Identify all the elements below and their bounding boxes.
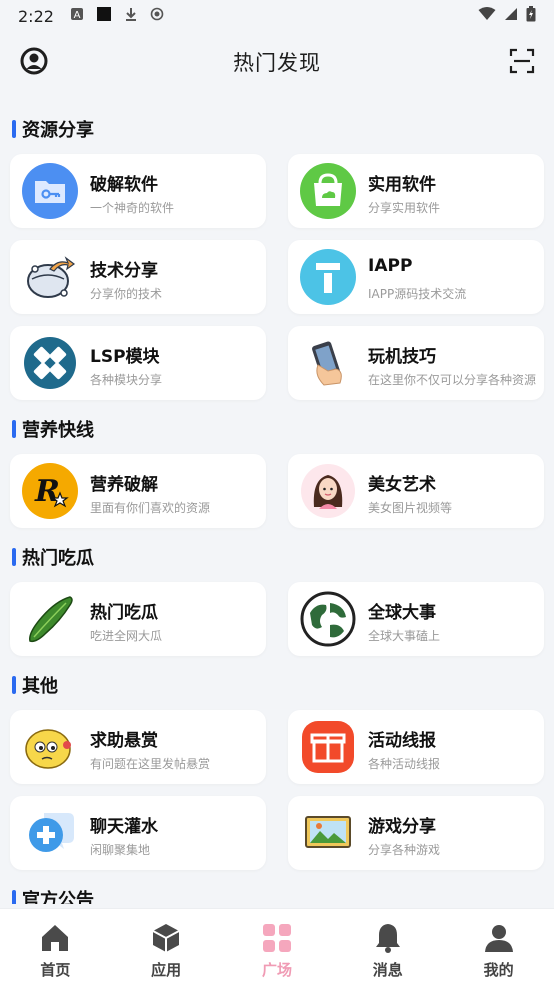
cube-icon: [152, 924, 180, 952]
nav-messages[interactable]: 消息: [338, 909, 438, 984]
battery-icon: [526, 6, 536, 26]
nav-mine[interactable]: 我的: [449, 909, 549, 984]
card-title: 美女艺术: [368, 475, 436, 495]
emoji-face-icon: [25, 729, 71, 769]
user-circle-icon: [20, 47, 48, 75]
card-title: 求助悬赏: [90, 731, 158, 751]
card-title: 营养破解: [90, 475, 158, 495]
card-tech-share[interactable]: 技术分享 分享你的技术: [10, 240, 266, 314]
card-description: 各种模块分享: [90, 373, 163, 387]
globe-share-icon: [27, 256, 76, 298]
game-picture-icon: [305, 816, 351, 848]
card-description: 分享你的技术: [90, 287, 163, 301]
record-icon: [150, 7, 164, 25]
card-description: 各种活动线报: [368, 757, 441, 771]
card-game-share[interactable]: 游戏分享 分享各种游戏: [288, 796, 544, 870]
grid-icon: [262, 924, 291, 952]
card-chat[interactable]: 聊天灌水 闲聊聚集地: [10, 796, 266, 870]
phone-hand-icon: [312, 341, 342, 386]
card-beauty-art[interactable]: 美女艺术 美女图片视频等: [288, 454, 544, 528]
card-description: 分享实用软件: [368, 201, 441, 215]
card-phone-tips[interactable]: 玩机技巧 在这里你不仅可以分享各种资源: [288, 326, 544, 400]
nav-label: 首页: [40, 961, 71, 979]
card-activity-news[interactable]: 活动线报 各种活动线报: [288, 710, 544, 784]
section-title-nutrition: 营养快线: [12, 418, 94, 441]
app-header: 热门发现: [0, 36, 554, 88]
card-title: 玩机技巧: [368, 347, 436, 367]
section-title-announcements: 官方公告: [12, 888, 94, 904]
card-title: 聊天灌水: [90, 817, 158, 837]
chat-plus-icon: [29, 813, 74, 852]
card-description: 吃进全网大瓜: [90, 629, 163, 643]
page-title: 热门发现: [233, 51, 321, 75]
section-title-gossip: 热门吃瓜: [12, 546, 94, 569]
card-iapp[interactable]: IAPP IAPP源码技术交流: [288, 240, 544, 314]
card-title: 游戏分享: [368, 817, 436, 837]
signal-icon: [504, 7, 518, 25]
card-title: 活动线报: [368, 731, 436, 751]
card-description: 在这里你不仅可以分享各种资源: [368, 373, 537, 387]
nav-label: 应用: [151, 961, 182, 979]
section-title-other: 其他: [12, 674, 58, 697]
profile-button[interactable]: [20, 47, 48, 75]
card-description: 闲聊聚集地: [90, 843, 151, 857]
card-title: 全球大事: [368, 603, 436, 623]
card-title: 破解软件: [90, 175, 158, 195]
app-notification-icon: [96, 6, 112, 26]
person-icon: [484, 925, 513, 952]
rockstar-icon: R: [22, 463, 78, 519]
scan-button[interactable]: [508, 47, 536, 75]
home-icon: [42, 925, 69, 951]
card-world-events[interactable]: 全球大事 全球大事磕上: [288, 582, 544, 656]
card-nutrition-crack[interactable]: R 营养破解 里面有你们喜欢的资源: [10, 454, 266, 528]
download-icon: [124, 7, 138, 25]
card-title: IAPP: [368, 256, 413, 276]
status-time: 2:22: [18, 6, 54, 26]
svg-text:A: A: [74, 10, 81, 21]
card-description: 分享各种游戏: [368, 843, 441, 857]
card-description: 里面有你们喜欢的资源: [90, 501, 211, 515]
card-title: LSP模块: [90, 347, 160, 367]
card-description: 一个神奇的软件: [90, 201, 175, 215]
card-useful-software[interactable]: 实用软件 分享实用软件: [288, 154, 544, 228]
card-title: 热门吃瓜: [90, 603, 158, 623]
card-description: 有问题在这里发帖悬赏: [90, 757, 211, 771]
girl-avatar-icon: [301, 464, 355, 518]
bottom-navigation: 首页 应用 广场 消息 我的: [0, 908, 554, 984]
cucumber-icon: [29, 596, 73, 643]
card-description: IAPP源码技术交流: [368, 287, 467, 301]
content-area[interactable]: 资源分享 破解软件 一个神奇的软件 实用软件 分享实用软件 技术分享 分享你的技…: [0, 104, 554, 904]
nav-label: 广场: [261, 961, 292, 979]
wifi-icon: [478, 7, 496, 25]
iapp-icon: [300, 249, 356, 305]
nav-label: 消息: [372, 961, 403, 979]
shopping-bag-icon: [300, 163, 356, 219]
card-crack-software[interactable]: 破解软件 一个神奇的软件: [10, 154, 266, 228]
nav-home[interactable]: 首页: [5, 909, 105, 984]
keyboard-notification-icon: A: [70, 7, 84, 25]
earth-icon: [300, 591, 356, 647]
section-title-resources: 资源分享: [12, 118, 94, 141]
lsposed-icon: [24, 337, 76, 389]
folder-key-icon: [22, 163, 78, 219]
status-bar: 2:22 A: [0, 0, 554, 32]
card-title: 实用软件: [368, 175, 436, 195]
card-title: 技术分享: [90, 261, 158, 281]
nav-apps[interactable]: 应用: [116, 909, 216, 984]
nav-square[interactable]: 广场: [227, 909, 327, 984]
nav-label: 我的: [483, 961, 514, 979]
card-description: 美女图片视频等: [368, 501, 453, 515]
scan-icon: [509, 48, 535, 74]
card-hot-gossip[interactable]: 热门吃瓜 吃进全网大瓜: [10, 582, 266, 656]
card-help-reward[interactable]: 求助悬赏 有问题在这里发帖悬赏: [10, 710, 266, 784]
card-description: 全球大事磕上: [368, 629, 441, 643]
card-lsp-module[interactable]: LSP模块 各种模块分享: [10, 326, 266, 400]
gift-icon: [302, 721, 354, 773]
bell-icon: [375, 924, 400, 953]
